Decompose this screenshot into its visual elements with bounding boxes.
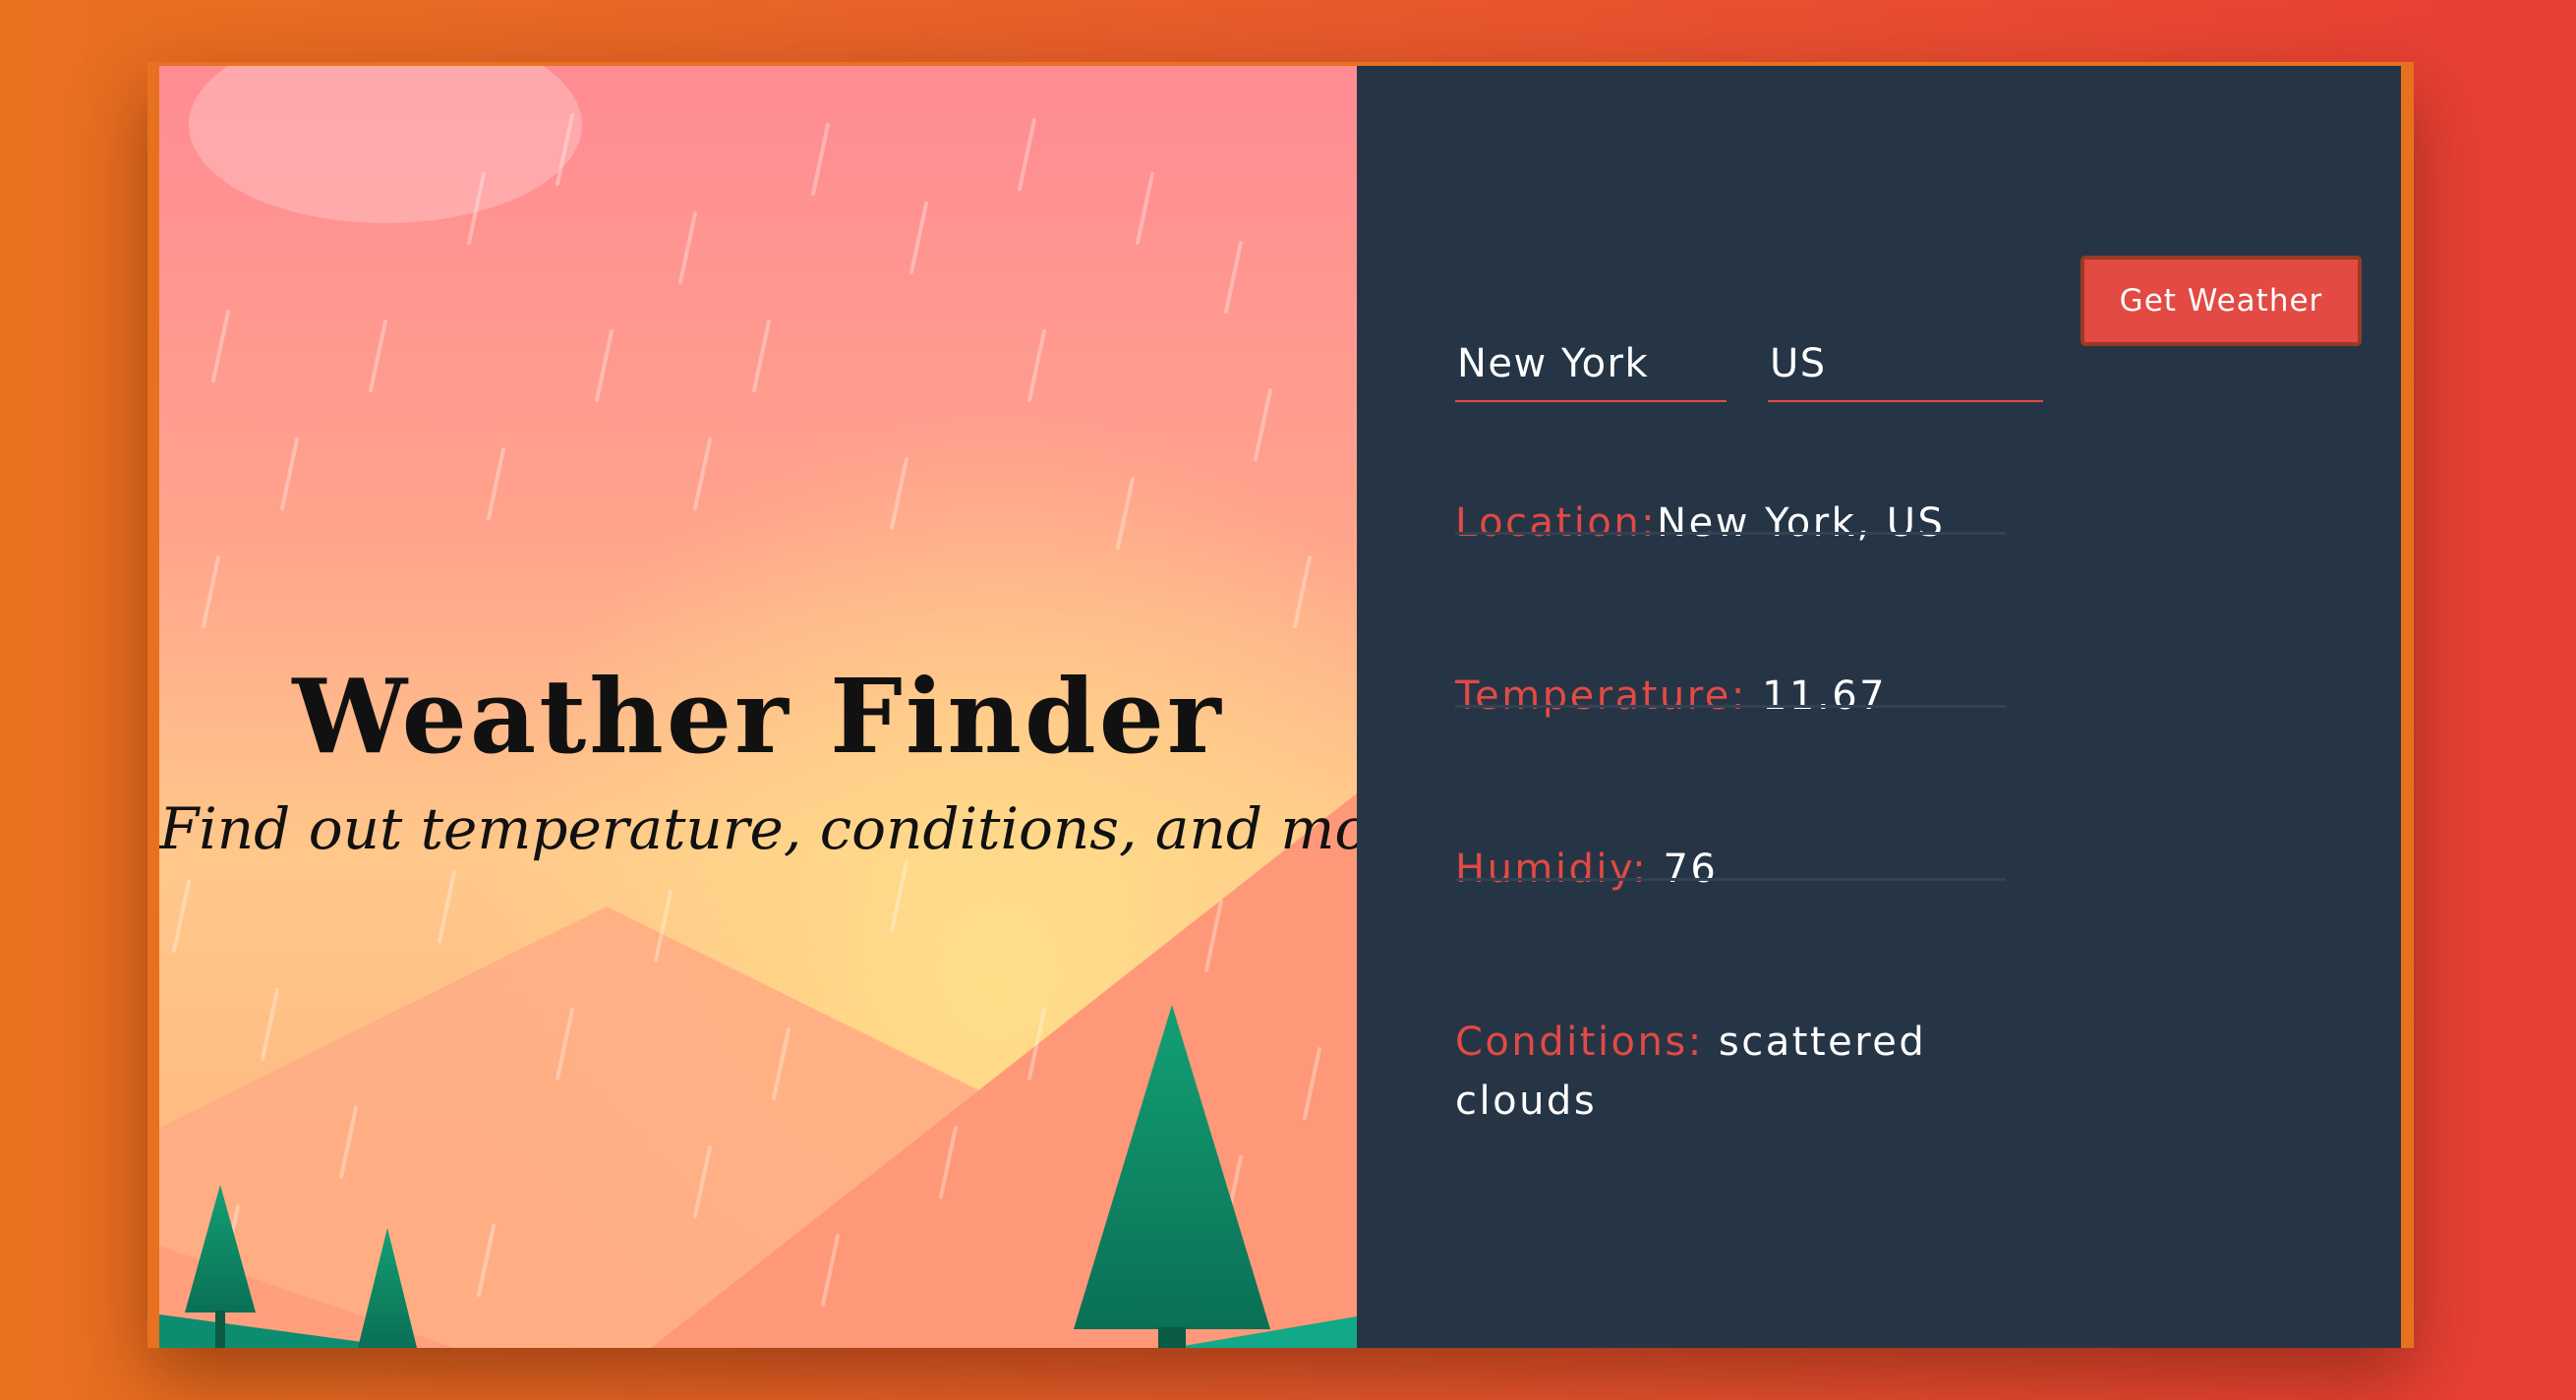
- country-field: [1768, 255, 2043, 402]
- humidity-row: Humidiy: 76: [1455, 840, 2006, 899]
- humidity-label: Humidiy:: [1455, 846, 1649, 892]
- city-input[interactable]: [1455, 341, 1720, 386]
- temperature-row: Temperature: 11.67: [1455, 667, 2006, 726]
- city-field: [1455, 255, 1727, 402]
- card-edge: [2401, 66, 2411, 1348]
- divider: [1455, 878, 2006, 881]
- divider: [1455, 705, 2006, 708]
- hero-panel: Weather Finder Find out temperature, con…: [159, 66, 1357, 1348]
- temperature-label: Temperature:: [1455, 673, 1747, 719]
- get-weather-button[interactable]: Get Weather: [2080, 256, 2362, 346]
- hero-subtitle: Find out temperature, conditions, and mo…: [159, 795, 1357, 862]
- location-label: Location:: [1455, 500, 1658, 546]
- location-value: New York, US: [1657, 500, 1946, 546]
- country-input[interactable]: [1768, 341, 2036, 386]
- weather-panel: Get Weather Location:New York, US Temper…: [1357, 66, 2401, 1348]
- location-row: Location:New York, US: [1455, 494, 2006, 553]
- temperature-value: 11.67: [1762, 673, 1888, 719]
- conditions-label: Conditions:: [1455, 1020, 1704, 1065]
- hero-text: Weather Finder Find out temperature, con…: [159, 652, 1357, 876]
- hero-title: Weather Finder: [292, 656, 1224, 777]
- humidity-value: 76: [1663, 846, 1719, 892]
- conditions-row: Conditions: scattered clouds: [1455, 1013, 2045, 1131]
- divider: [1455, 532, 2006, 535]
